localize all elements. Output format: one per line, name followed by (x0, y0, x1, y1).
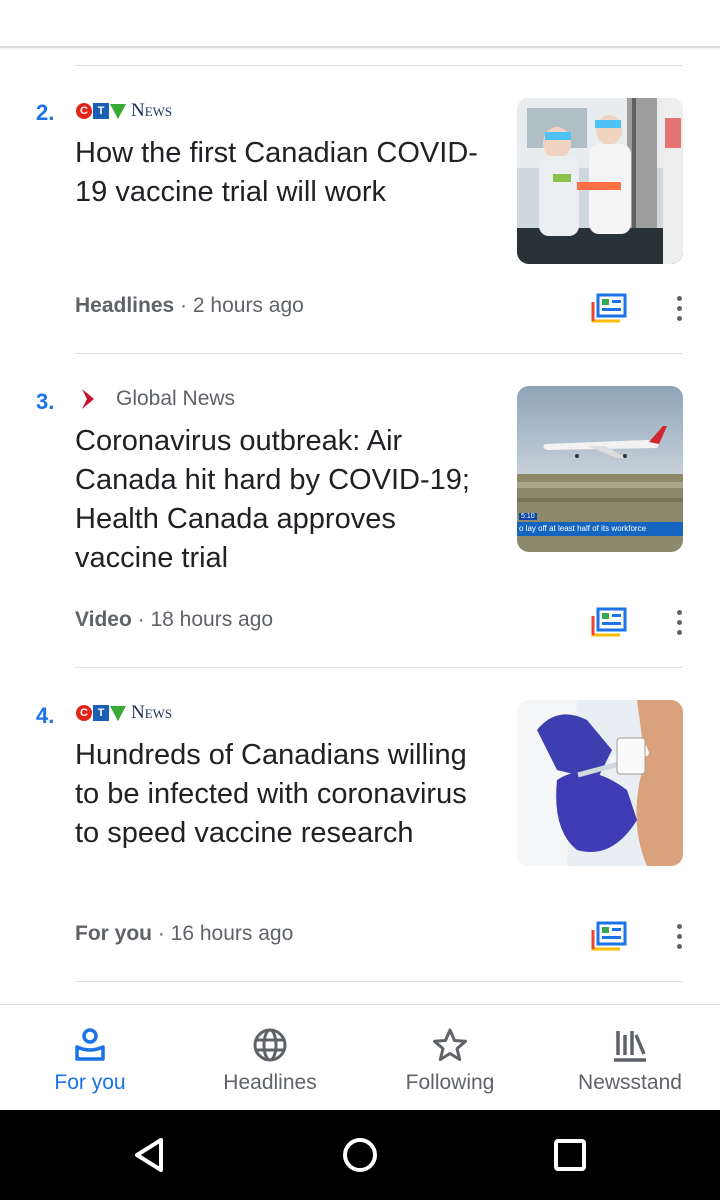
nav-headlines[interactable]: Headlines (180, 1005, 360, 1111)
nav-newsstand[interactable]: Newsstand (540, 1005, 720, 1111)
nav-label: Following (405, 1071, 495, 1094)
story-category[interactable]: For you (75, 922, 152, 945)
story-meta: Headlines · 2 hours ago (75, 294, 304, 318)
back-icon[interactable] (127, 1132, 173, 1178)
top-app-bar (0, 0, 720, 48)
source-name: News (131, 702, 173, 723)
ctv-t-mark: T (93, 705, 109, 721)
nav-label: Headlines (223, 1071, 317, 1094)
story-thumbnail[interactable] (517, 700, 683, 866)
full-coverage-icon[interactable] (590, 920, 628, 952)
newsstand-icon (614, 1031, 646, 1062)
meta-separator: · (152, 922, 171, 945)
for-you-icon (75, 1028, 105, 1061)
story-thumbnail[interactable] (517, 98, 683, 264)
more-options-icon[interactable] (666, 292, 692, 324)
full-coverage-icon[interactable] (590, 292, 628, 324)
ctv-c-mark: C (76, 705, 92, 721)
nav-label: Newsstand (578, 1071, 682, 1094)
nav-label: For you (54, 1071, 126, 1094)
ctv-t-mark: T (93, 103, 109, 119)
star-icon (433, 1028, 467, 1061)
full-coverage-icon[interactable] (590, 606, 628, 638)
story-title[interactable]: Hundreds of Canadians willing to be infe… (75, 736, 495, 853)
story-rank: 2. (36, 100, 55, 125)
bottom-navigation: For you Headlines Following Newsstand (0, 1004, 720, 1110)
source-logo-ctv-news[interactable]: C T News (76, 700, 172, 726)
story-time: 16 hours ago (170, 922, 294, 945)
nav-following[interactable]: Following (360, 1005, 540, 1111)
divider (75, 667, 683, 668)
video-caption-time: 5:10 (519, 513, 537, 520)
story-time: 2 hours ago (192, 294, 304, 317)
global-news-logo-icon (82, 389, 94, 409)
story-rank: 4. (36, 703, 55, 728)
story-thumbnail[interactable]: 5:10 o lay off at least half of its work… (517, 386, 683, 552)
recents-icon[interactable] (547, 1132, 593, 1178)
source-logo-global-news[interactable]: Global News (76, 386, 235, 412)
meta-separator: · (131, 608, 151, 631)
meta-separator: · (174, 294, 193, 317)
video-caption-text: o lay off at least half of its workforce (519, 524, 647, 533)
ctv-c-mark: C (76, 103, 92, 119)
system-navigation-bar (0, 1110, 720, 1200)
story-title[interactable]: Coronavirus outbreak: Air Canada hit har… (75, 422, 495, 578)
ctv-v-mark (110, 705, 126, 721)
story-meta: For you · 16 hours ago (75, 922, 293, 946)
divider (75, 981, 683, 982)
story-meta: Video · 18 hours ago (75, 608, 273, 632)
story-title[interactable]: How the first Canadian COVID-19 vaccine … (75, 134, 495, 212)
nav-for-you[interactable]: For you (0, 1005, 180, 1111)
home-icon[interactable] (337, 1132, 383, 1178)
divider (75, 353, 683, 354)
video-caption-bar: 5:10 o lay off at least half of its work… (517, 513, 683, 536)
source-logo-ctv-news[interactable]: C T News (76, 98, 172, 124)
story-time: 18 hours ago (150, 608, 274, 631)
more-options-icon[interactable] (666, 606, 692, 638)
story-category[interactable]: Headlines (75, 294, 174, 317)
ctv-v-mark (110, 103, 126, 119)
divider (75, 65, 683, 66)
source-name: Global News (116, 387, 236, 410)
story-category[interactable]: Video (75, 608, 132, 631)
globe-icon (253, 1028, 287, 1062)
news-feed[interactable]: 2. C T News How the first Canadian COVID… (0, 48, 720, 1004)
more-options-icon[interactable] (666, 920, 692, 952)
source-name: News (131, 100, 173, 121)
story-rank: 3. (36, 389, 55, 414)
